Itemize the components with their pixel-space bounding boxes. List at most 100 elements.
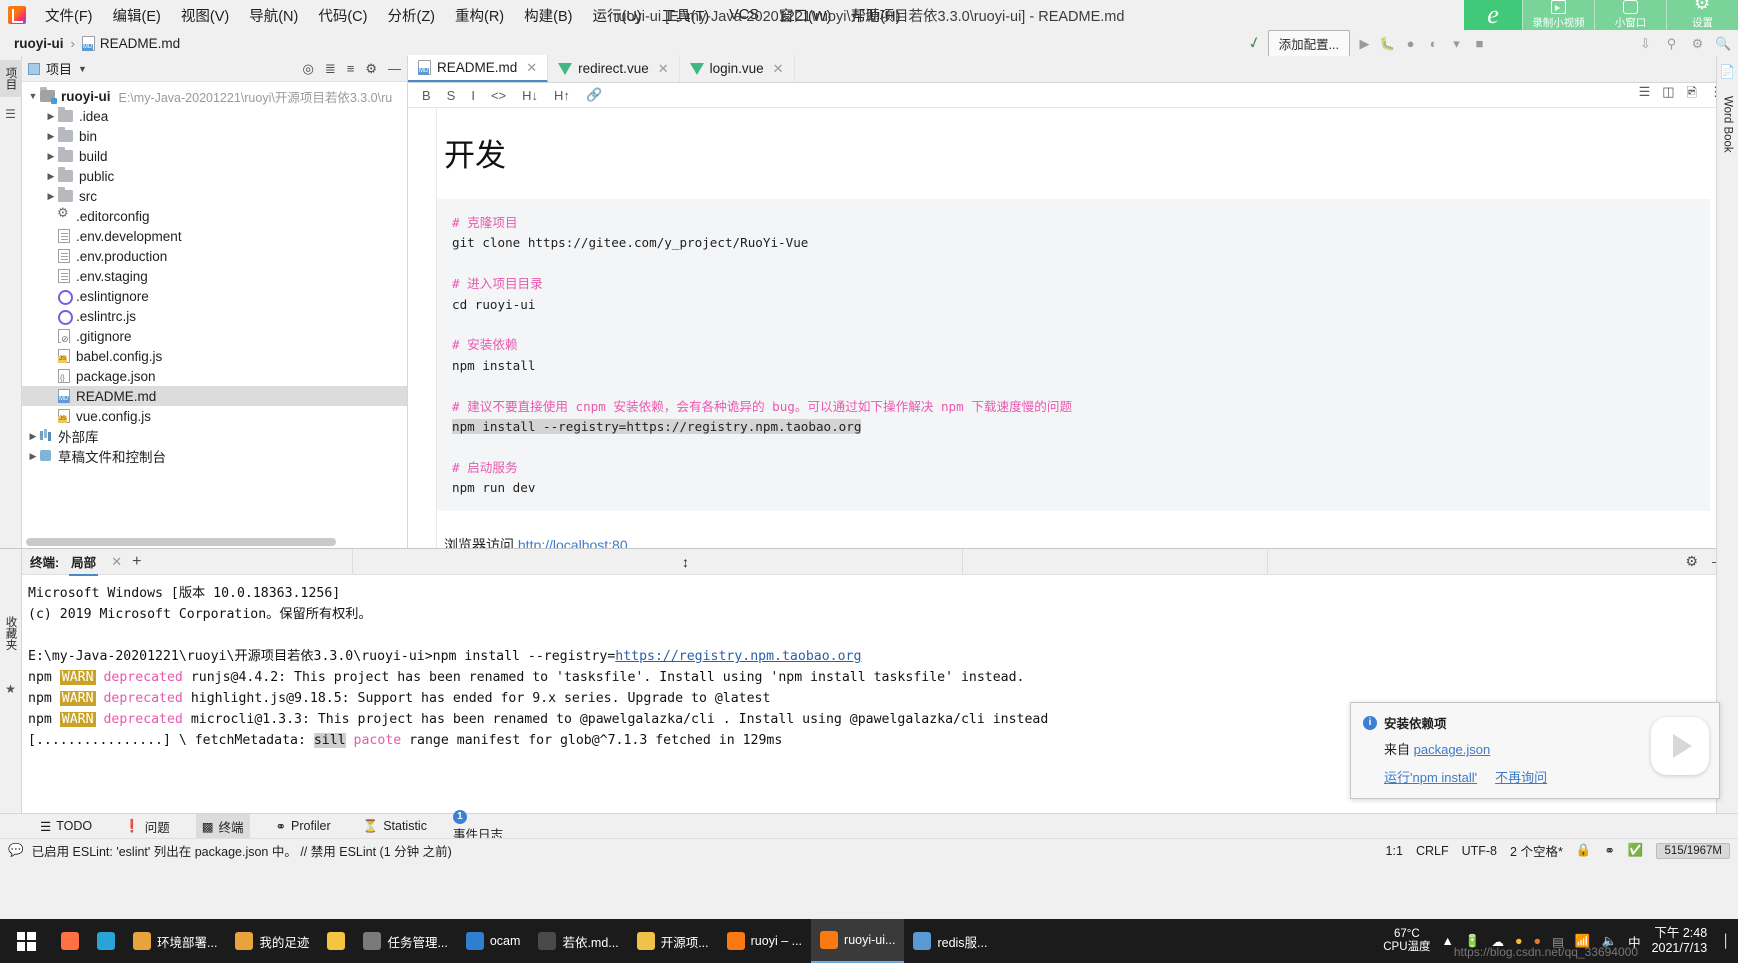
tree-root-row[interactable]: ▼ ruoyi-ui E:\my-Java-20201221\ruoyi\开源项… (22, 86, 407, 106)
cpu-temperature-widget[interactable]: 67°C CPU温度 (1383, 928, 1430, 954)
tree-item-vue-config-js[interactable]: vue.config.js (22, 406, 407, 426)
menu-vcs[interactable]: VCS (720, 3, 768, 27)
run-with-coverage-icon[interactable]: ● (1402, 35, 1419, 52)
record-video-button[interactable]: 录制小视频 (1522, 0, 1594, 30)
taskbar-button-folder-orange[interactable]: 环境部署... (124, 919, 226, 963)
menu-edit[interactable]: 编辑(E) (104, 1, 170, 30)
menu-help[interactable]: 帮助(H) (842, 1, 909, 30)
taskbar-button-folder-yellow[interactable]: 开源项... (628, 919, 718, 963)
settings-icon[interactable]: ⚙ (1685, 553, 1698, 570)
menu-navigate[interactable]: 导航(N) (240, 1, 307, 30)
menu-tools[interactable]: 工具(T) (653, 1, 719, 30)
menu-refactor[interactable]: 重构(R) (446, 1, 513, 30)
caret-position[interactable]: 1:1 (1386, 844, 1403, 858)
taskbar-button-idea[interactable]: ruoyi-ui... (811, 919, 905, 963)
rail-tab-favorites[interactable]: 收藏夹 (0, 609, 22, 658)
indent-setting[interactable]: 2 个空格* (1510, 841, 1563, 860)
tab-redirect-vue[interactable]: redirect.vue ✕ (548, 55, 680, 82)
tree-item-env-development[interactable]: .env.development (22, 226, 407, 246)
chevron-right-icon[interactable]: ▶ (44, 111, 58, 122)
tree-item-src[interactable]: ▶ src (22, 186, 407, 206)
tool-window-terminal[interactable]: ▩ 终端 (195, 813, 250, 839)
menu-build[interactable]: 构建(B) (515, 1, 581, 30)
settings-icon[interactable]: ⚙ (1689, 35, 1706, 52)
tree-item-package-json[interactable]: package.json (22, 366, 407, 386)
localhost-link[interactable]: http://localhost:80 (518, 537, 628, 548)
menu-analyze[interactable]: 分析(Z) (378, 1, 444, 30)
close-icon[interactable]: ✕ (526, 60, 537, 76)
tool-window-profiler[interactable]: ⚭ Profiler (270, 816, 337, 837)
package-json-link[interactable]: package.json (1414, 742, 1491, 757)
tree-item-babel-config-js[interactable]: babel.config.js (22, 346, 407, 366)
add-configuration-button[interactable]: 添加配置... (1267, 29, 1350, 57)
tree-item-idea[interactable]: ▶ .idea (22, 106, 407, 126)
play-button-overlay-icon[interactable] (1651, 717, 1709, 775)
hide-panel-icon[interactable]: — (388, 61, 401, 76)
chevron-right-icon[interactable]: ▶ (44, 191, 58, 202)
menu-view[interactable]: 视图(V) (172, 1, 238, 30)
chevron-down-icon[interactable]: ▼ (78, 64, 87, 74)
taskbar-button-taskmgr[interactable]: 任务管理... (354, 919, 456, 963)
file-encoding[interactable]: UTF-8 (1462, 844, 1497, 858)
line-separator[interactable]: CRLF (1416, 844, 1449, 858)
tree-item-editorconfig[interactable]: .editorconfig (22, 205, 407, 226)
expand-all-icon[interactable]: ≣ (325, 61, 336, 77)
close-icon[interactable]: ✕ (111, 554, 122, 570)
recorder-settings-button[interactable]: 设置 (1666, 0, 1738, 30)
heading-up-icon[interactable]: H↑ (554, 88, 570, 103)
tree-item-eslintignore[interactable]: .eslintignore (22, 286, 407, 306)
preview-only-icon[interactable]: 🖻 (1687, 84, 1697, 106)
tool-window-statistic[interactable]: ⏳ Statistic (357, 816, 433, 837)
chevron-right-icon[interactable]: ▶ (44, 171, 58, 182)
tool-window-todo[interactable]: ☰ TODO (34, 816, 98, 837)
resize-handle-icon[interactable]: ↕ (682, 554, 689, 570)
editor-only-icon[interactable]: ☰ (1639, 84, 1651, 106)
magnifier-icon[interactable]: 🔍 (1715, 35, 1732, 52)
recorder-logo-icon[interactable]: e (1464, 0, 1522, 30)
tree-item-env-production[interactable]: .env.production (22, 246, 407, 266)
taskbar-button-typora[interactable]: 若依.md... (529, 919, 627, 963)
tab-readme-md[interactable]: README.md ✕ (408, 55, 549, 82)
dont-ask-again-link[interactable]: 不再询问 (1495, 767, 1547, 786)
run-icon[interactable]: ▶ (1356, 35, 1373, 52)
tree-item-bin[interactable]: ▶ bin (22, 126, 407, 146)
chevron-down-icon[interactable]: ▼ (26, 91, 40, 101)
close-icon[interactable]: ✕ (773, 61, 784, 77)
split-view-icon[interactable]: ◫ (1662, 84, 1674, 106)
notes-icon[interactable]: 📄 (1719, 64, 1735, 80)
profile-icon[interactable]: ◐ (1425, 35, 1442, 52)
tree-item-readme-md[interactable]: README.md (22, 386, 407, 406)
taskbar-button-folder-orange[interactable]: 我的足迹 (226, 919, 318, 963)
italic-icon[interactable]: I (471, 88, 475, 103)
taskbar-button-idea[interactable]: ruoyi – ... (718, 919, 811, 963)
menu-code[interactable]: 代码(C) (309, 1, 376, 30)
stop-icon[interactable]: ■ (1471, 35, 1488, 52)
breadcrumb-file[interactable]: README.md (81, 35, 180, 51)
collapse-all-icon[interactable]: ≡ (347, 61, 355, 76)
mini-window-button[interactable]: 小窗口 (1594, 0, 1666, 30)
new-terminal-tab-button[interactable]: + (132, 553, 141, 571)
chevron-up-icon[interactable]: ▲ (1442, 934, 1454, 948)
panel-settings-icon[interactable]: ⚙ (365, 61, 377, 77)
breadcrumb-project[interactable]: ruoyi-ui (14, 36, 64, 51)
start-button[interactable] (0, 919, 52, 963)
tree-item-[interactable]: ▶ 外部库 (22, 426, 407, 446)
branch-icon[interactable]: ⚭ (1604, 843, 1614, 858)
chevron-right-icon[interactable]: ▶ (26, 431, 40, 442)
tree-item-eslintrc-js[interactable]: .eslintrc.js (22, 306, 407, 326)
tree-item-public[interactable]: ▶ public (22, 166, 407, 186)
search-everywhere-icon[interactable]: ⚲ (1663, 35, 1680, 52)
grammar-icon[interactable]: ✅ (1628, 843, 1644, 858)
lock-icon[interactable]: 🔒 (1576, 843, 1592, 858)
menu-file[interactable]: 文件(F) (36, 1, 102, 30)
code-icon[interactable]: <> (491, 88, 506, 103)
debug-icon[interactable]: 🐛 (1379, 35, 1396, 52)
link-icon[interactable]: 🔗 (586, 87, 602, 103)
strikethrough-icon[interactable]: S (447, 88, 456, 103)
taskbar-button-edge[interactable] (88, 919, 124, 963)
menu-window[interactable]: 窗口(W) (770, 1, 840, 30)
tab-login-vue[interactable]: login.vue ✕ (680, 55, 795, 82)
locate-file-icon[interactable]: ◎ (303, 61, 314, 77)
git-update-icon[interactable]: ⇩ (1637, 35, 1654, 52)
tree-item-[interactable]: ▶ 草稿文件和控制台 (22, 446, 407, 466)
